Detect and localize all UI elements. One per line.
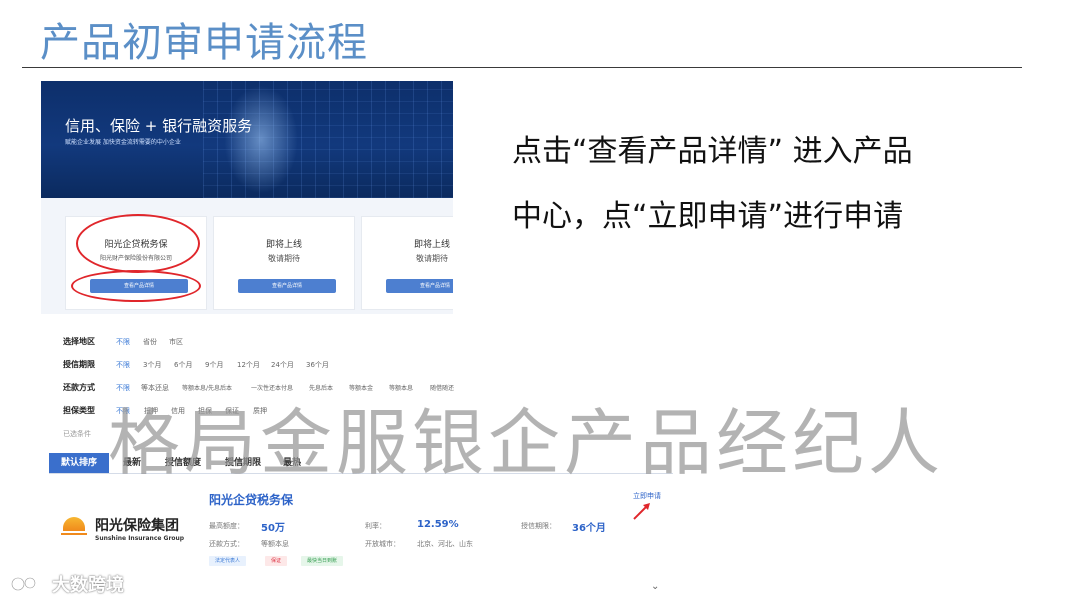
card-subtitle: 敬请期待 (416, 254, 448, 263)
title-divider (22, 67, 1022, 68)
filter-label-guarantee: 担保类型 (63, 406, 95, 415)
instruction-line-1: 点击“查看产品详情” 进入产品 (512, 134, 913, 169)
filter-option[interactable]: 36个月 (306, 360, 329, 370)
product-card[interactable]: 即将上线 敬请期待 查看产品详情 (361, 216, 453, 310)
cities-value: 北京、河北、山东 (417, 540, 473, 548)
filter-option[interactable]: 12个月 (237, 360, 260, 370)
highlight-circle-button (71, 270, 201, 302)
chevron-down-icon[interactable]: ⌄ (651, 581, 659, 592)
repayment-label: 还款方式： (209, 540, 244, 548)
filter-option[interactable]: 不限 (116, 360, 130, 370)
cities-label: 开放城市： (365, 540, 400, 548)
tab-default-sort[interactable]: 默认排序 (49, 453, 110, 473)
filter-option[interactable]: 24个月 (271, 360, 294, 370)
card-title: 即将上线 (265, 240, 302, 250)
max-amount-value: 50万 (261, 523, 285, 534)
filter-option[interactable]: 6个月 (174, 360, 192, 370)
view-product-details-button[interactable]: 查看产品详情 (238, 279, 336, 293)
tag-legal-rep: 法定代表人 (209, 556, 247, 566)
filter-option[interactable]: 市区 (169, 337, 183, 347)
company-logo: 阳光保险集团 Sunshine Insurance Group (59, 513, 199, 549)
product-name[interactable]: 阳光企贷税务保 (209, 491, 293, 508)
filter-option[interactable]: 9个月 (205, 360, 223, 370)
red-arrow-icon (633, 503, 650, 520)
apply-now-link[interactable]: 立即申请 (633, 491, 661, 501)
filter-label-term: 授信期限 (63, 360, 95, 369)
banner-glow (221, 81, 301, 198)
banner-subtitle: 赋能企业发展 加快资金流转需要的中小企业 (65, 139, 181, 146)
company-name-cn: 阳光保险集团 (95, 518, 179, 534)
slide-title: 产品初审申请流程 (40, 20, 368, 66)
tag-fast-disbursement: 最快当日到账 (301, 556, 344, 566)
selected-conditions-label: 已选条件 (63, 430, 91, 438)
highlight-circle-product (76, 214, 200, 273)
filter-option[interactable]: 不限 (116, 337, 130, 347)
footer-brand-name: 大数跨境 (52, 575, 124, 596)
tag-guarantee: 保证 (265, 556, 288, 566)
filter-option[interactable]: 3个月 (143, 360, 161, 370)
brand-logo-icon (10, 574, 44, 594)
hero-banner: 信用、保险 + 银行融资服务 赋能企业发展 加快资金流转需要的中小企业 (41, 81, 453, 198)
filter-option[interactable]: 省份 (143, 337, 157, 347)
card-subtitle: 敬请期待 (268, 254, 300, 263)
product-center-screenshot: 信用、保险 + 银行融资服务 赋能企业发展 加快资金流转需要的中小企业 阳光企贷… (41, 81, 453, 314)
term-value: 36个月 (572, 523, 606, 534)
horizon-line (61, 533, 87, 535)
rate-label: 利率： (365, 522, 386, 530)
company-name-en: Sunshine Insurance Group (95, 535, 185, 542)
term-label: 授信期限： (521, 522, 556, 530)
max-amount-label: 最高额度： (209, 522, 244, 530)
card-title: 即将上线 (413, 240, 450, 250)
sun-icon (63, 517, 85, 531)
watermark-text: 格局金服银企产品经纪人 (108, 401, 945, 485)
instruction-line-2: 中心，点“立即申请”进行申请 (512, 199, 904, 234)
product-card[interactable]: 即将上线 敬请期待 查看产品详情 (213, 216, 355, 310)
rate-value: 12.59% (417, 519, 459, 530)
repayment-value: 等额本息 (261, 540, 289, 548)
filter-label-repayment: 还款方式 (63, 383, 95, 392)
view-product-details-button[interactable]: 查看产品详情 (386, 279, 453, 293)
filter-label-region: 选择地区 (63, 337, 95, 346)
banner-title: 信用、保险 + 银行融资服务 (65, 117, 253, 135)
